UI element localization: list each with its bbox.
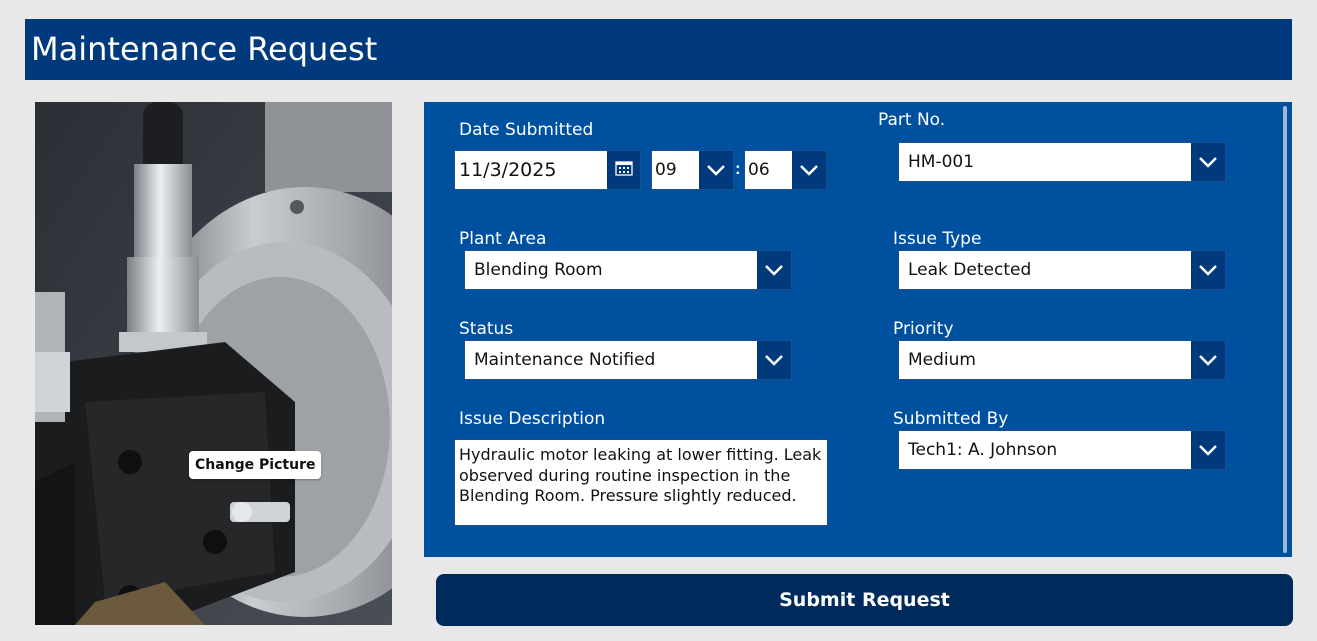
hour-dropdown[interactable]: 09 [651,150,734,190]
issue-type-value: Leak Detected [908,260,1032,280]
chevron-down-icon [1198,264,1218,276]
submitted-by-label: Submitted By [893,409,1009,429]
minute-dropdown[interactable]: 06 [744,150,827,190]
calendar-icon [614,160,633,181]
status-label: Status [459,319,514,339]
chevron-down-icon [1198,444,1218,456]
part-no-value: HM-001 [908,152,975,172]
date-submitted-input[interactable]: 11/3/2025 [454,150,641,190]
issue-description-textarea[interactable]: Hydraulic motor leaking at lower fitting… [454,439,828,526]
part-no-chevron-button[interactable] [1191,143,1225,181]
issue-description-label: Issue Description [459,409,606,429]
submit-request-button[interactable]: Submit Request [436,574,1293,626]
chevron-down-icon [764,354,784,366]
chevron-down-icon [764,264,784,276]
date-submitted-label: Date Submitted [459,120,594,140]
chevron-down-icon [799,164,819,176]
plant-area-label: Plant Area [459,229,547,249]
change-picture-button[interactable]: Change Picture [189,451,322,479]
chevron-down-icon [1198,354,1218,366]
part-no-label: Part No. [878,110,946,130]
date-picker-button[interactable] [607,151,640,189]
chevron-down-icon [1198,156,1218,168]
priority-chevron-button[interactable] [1191,341,1225,379]
status-chevron-button[interactable] [757,341,791,379]
status-dropdown[interactable]: Maintenance Notified [464,340,792,380]
app-header: Maintenance Request [25,19,1292,80]
submitted-by-value: Tech1: A. Johnson [908,440,1058,460]
plant-area-value: Blending Room [474,260,603,280]
hour-chevron-button[interactable] [699,151,733,189]
priority-label: Priority [893,319,954,339]
hydraulic-motor-image [35,102,392,625]
issue-type-dropdown[interactable]: Leak Detected [898,250,1226,290]
part-no-dropdown[interactable]: HM-001 [898,142,1226,182]
hour-value: 09 [655,160,677,180]
priority-dropdown[interactable]: Medium [898,340,1226,380]
request-form: Date Submitted 11/3/2025 09: 06 Part No… [424,102,1292,557]
issue-type-label: Issue Type [893,229,982,249]
form-scrollbar[interactable] [1283,106,1287,553]
date-value: 11/3/2025 [459,159,557,181]
plant-area-dropdown[interactable]: Blending Room [464,250,792,290]
submitted-by-chevron-button[interactable] [1191,431,1225,469]
page-title: Maintenance Request [31,30,378,68]
minute-chevron-button[interactable] [792,151,826,189]
chevron-down-icon [706,164,726,176]
equipment-photo[interactable]: Change Picture [35,102,392,625]
issue-type-chevron-button[interactable] [1191,251,1225,289]
status-value: Maintenance Notified [474,350,656,370]
priority-value: Medium [908,350,976,370]
submitted-by-dropdown[interactable]: Tech1: A. Johnson [898,430,1226,470]
minute-value: 06 [748,160,770,180]
time-separator: : [735,159,741,178]
plant-area-chevron-button[interactable] [757,251,791,289]
